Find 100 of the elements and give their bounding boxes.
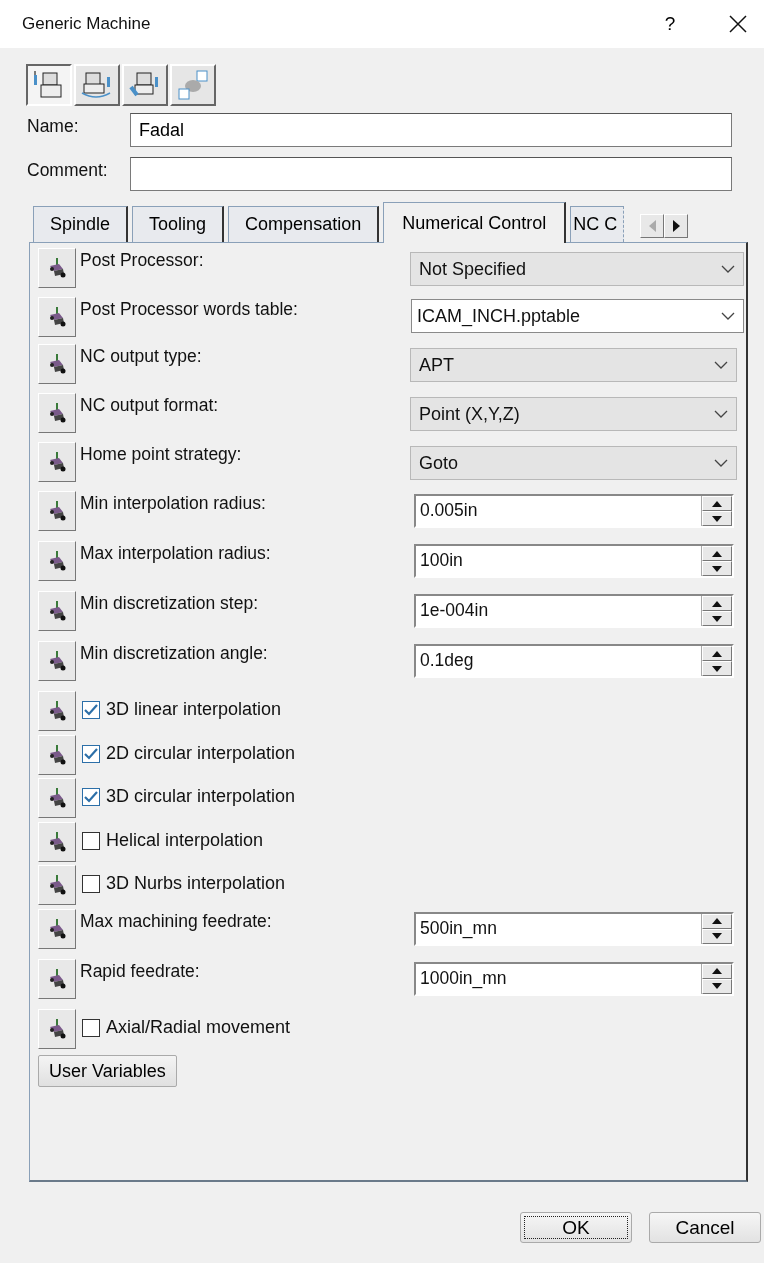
tab[interactable]: Numerical Control bbox=[383, 202, 567, 243]
checkbox[interactable] bbox=[82, 701, 100, 719]
checkbox-label: 2D circular interpolation bbox=[106, 741, 296, 764]
check-icon bbox=[84, 747, 98, 760]
spin-field[interactable]: 1e-004in bbox=[414, 594, 734, 628]
checkbox-label: 3D linear interpolation bbox=[106, 698, 282, 720]
tab[interactable]: NC C bbox=[570, 206, 625, 242]
check-icon bbox=[84, 791, 98, 803]
machine-button[interactable] bbox=[38, 821, 76, 862]
spin-up-button[interactable] bbox=[702, 496, 732, 511]
checkbox-label: 3D Nurbs interpolation bbox=[106, 872, 286, 894]
down-arrow-icon bbox=[712, 515, 722, 522]
up-arrow-icon bbox=[712, 500, 722, 507]
down-arrow-icon bbox=[712, 665, 722, 672]
dropdown[interactable]: ICAM_INCH.pptable bbox=[411, 299, 744, 333]
up-arrow-icon bbox=[712, 968, 722, 974]
machine-button[interactable] bbox=[38, 297, 76, 337]
up-arrow-icon bbox=[712, 918, 722, 924]
help-button[interactable]: ? bbox=[650, 13, 690, 35]
checkbox[interactable] bbox=[82, 744, 100, 763]
machine-button[interactable] bbox=[38, 958, 76, 999]
tab-scroll-button[interactable] bbox=[664, 214, 689, 238]
user-variables-button[interactable]: User Variables bbox=[38, 1055, 177, 1087]
spin-up-button[interactable] bbox=[702, 546, 732, 561]
spin-field[interactable]: 500in_mn bbox=[414, 911, 734, 946]
spin-field[interactable]: 1000in_mn bbox=[414, 961, 734, 996]
down-arrow-icon bbox=[712, 933, 722, 939]
tab[interactable]: Compensation bbox=[228, 206, 380, 242]
spin-down-button[interactable] bbox=[702, 661, 732, 676]
machine-button[interactable] bbox=[38, 248, 76, 288]
chevron-icon bbox=[721, 265, 735, 273]
up-arrow-icon bbox=[712, 600, 722, 607]
setting-label: Min discretization angle: bbox=[80, 642, 268, 664]
machine-button[interactable] bbox=[38, 641, 76, 681]
dialog-button[interactable]: Cancel bbox=[649, 1212, 761, 1243]
spin-up-button[interactable] bbox=[702, 646, 732, 661]
machine-button[interactable] bbox=[38, 344, 76, 384]
machine-button[interactable] bbox=[38, 541, 76, 581]
machine-button[interactable] bbox=[38, 491, 76, 531]
setting-label: Min interpolation radius: bbox=[80, 492, 266, 514]
spin-down-button[interactable] bbox=[702, 611, 732, 626]
comment-field[interactable] bbox=[130, 157, 732, 191]
name-label: Name: bbox=[27, 115, 80, 137]
spin-up-button[interactable] bbox=[702, 596, 732, 611]
machine-icon bbox=[175, 69, 211, 101]
setting-label: Rapid feedrate: bbox=[80, 959, 200, 982]
chevron-icon bbox=[714, 410, 728, 418]
setting-label: Home point strategy: bbox=[80, 443, 242, 465]
toolbar-button[interactable] bbox=[26, 64, 72, 106]
checkbox-label: Helical interpolation bbox=[106, 828, 264, 851]
setting-label: NC output format: bbox=[80, 394, 219, 416]
dropdown[interactable]: Not Specified bbox=[410, 252, 744, 286]
setting-label: Max machining feedrate: bbox=[80, 909, 272, 932]
tab[interactable]: Spindle bbox=[33, 206, 129, 242]
spin-down-button[interactable] bbox=[702, 561, 732, 576]
spin-down-button[interactable] bbox=[702, 978, 732, 994]
checkbox-label: 3D circular interpolation bbox=[106, 785, 296, 807]
down-arrow-icon bbox=[712, 983, 722, 989]
spin-field[interactable]: 0.005in bbox=[414, 494, 734, 528]
spin-field[interactable]: 100in bbox=[414, 544, 734, 578]
spin-up-button[interactable] bbox=[702, 963, 732, 979]
chevron-icon bbox=[714, 361, 728, 369]
machine-button[interactable] bbox=[38, 691, 76, 731]
dropdown[interactable]: APT bbox=[410, 348, 737, 382]
window-title: Generic Machine bbox=[22, 14, 152, 34]
spin-field[interactable]: 0.1deg bbox=[414, 644, 734, 678]
machine-button[interactable] bbox=[38, 865, 76, 905]
machine-button[interactable] bbox=[38, 442, 76, 482]
checkbox[interactable] bbox=[82, 788, 100, 806]
comment-label: Comment: bbox=[27, 159, 109, 181]
machine-button[interactable] bbox=[38, 778, 76, 818]
dropdown[interactable]: Goto bbox=[410, 446, 737, 480]
machine-button[interactable] bbox=[38, 1008, 76, 1049]
chevron-icon bbox=[721, 312, 735, 320]
chevron-icon bbox=[714, 459, 728, 467]
dialog-button[interactable]: OK bbox=[520, 1212, 632, 1243]
checkbox[interactable] bbox=[82, 875, 100, 893]
setting-label: Max interpolation radius: bbox=[80, 542, 271, 564]
down-arrow-icon bbox=[712, 615, 722, 622]
spin-down-button[interactable] bbox=[702, 511, 732, 526]
setting-label: NC output type: bbox=[80, 345, 202, 367]
up-arrow-icon bbox=[712, 650, 722, 657]
close-icon bbox=[729, 15, 747, 33]
right-arrow-icon bbox=[672, 220, 680, 232]
spin-down-button[interactable] bbox=[702, 928, 732, 944]
dropdown[interactable]: Point (X,Y,Z) bbox=[410, 397, 737, 431]
spin-up-button[interactable] bbox=[702, 913, 732, 929]
setting-label: Post Processor: bbox=[80, 249, 204, 271]
machine-button[interactable] bbox=[38, 393, 76, 433]
setting-label: Post Processor words table: bbox=[80, 298, 298, 320]
checkbox[interactable] bbox=[82, 831, 100, 850]
checkbox-label: Axial/Radial movement bbox=[106, 1015, 291, 1038]
machine-button[interactable] bbox=[38, 908, 76, 949]
name-field[interactable]: Fadal bbox=[130, 113, 732, 147]
checkbox[interactable] bbox=[82, 1018, 100, 1037]
machine-button[interactable] bbox=[38, 734, 76, 775]
tab[interactable]: Tooling bbox=[132, 206, 225, 242]
left-arrow-icon bbox=[648, 220, 656, 232]
check-icon bbox=[84, 704, 98, 716]
machine-button[interactable] bbox=[38, 591, 76, 631]
